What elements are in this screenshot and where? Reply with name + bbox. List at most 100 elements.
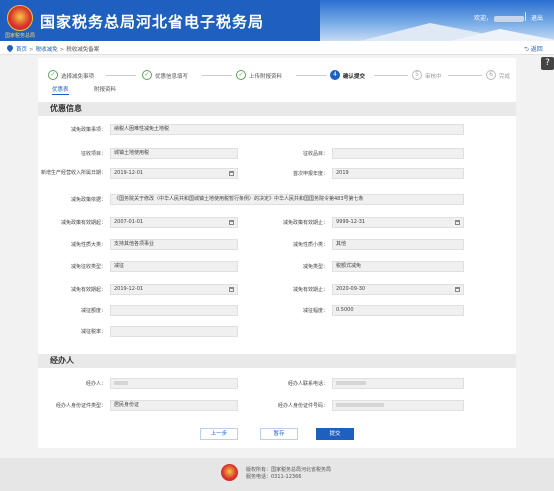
location-pin-icon — [5, 43, 15, 53]
footer-emblem-logo — [221, 464, 238, 481]
field-policy-basis[interactable]: 《国务院关于修改〈中华人民共和国城镇土地使用税暂行条例〉的决定》中华人民共和国国… — [110, 194, 464, 205]
field-income-date[interactable]: 2019-12-01 — [110, 168, 238, 179]
calendar-icon[interactable] — [229, 220, 234, 225]
footer-text: 版权所有：国家税务总局河北省税务局 服务电话：0311-12366 — [246, 467, 331, 481]
breadcrumb-current: 税收减免备案 — [66, 47, 100, 53]
logout-link[interactable]: 退出 — [531, 13, 543, 22]
breadcrumb: 首页 > 税收减免 > 税收减免备案 ⮌ 返回 — [0, 41, 554, 55]
field-valid-end[interactable]: 2020-09-30 — [332, 284, 464, 295]
label-policy-item: 减免政策事项： — [70, 127, 106, 133]
header-divider — [525, 12, 526, 21]
field-reduction-amount[interactable] — [110, 305, 238, 316]
label-policy-basis: 减免政策依据： — [70, 197, 106, 203]
tax-emblem-logo — [7, 5, 33, 31]
welcome-label: 欢迎， — [474, 15, 493, 22]
username-redacted — [494, 15, 525, 22]
step-progress: ✓ 选择减免事项 ✓ 优惠信息填写 ✓ 上传附报资料 4 确认提交 5 审核中 6 完成 — [44, 68, 510, 82]
section-header-preferential: 优惠信息 — [38, 102, 516, 116]
step-label: 优惠信息填写 — [155, 74, 189, 80]
header-mountain-graphic-2 — [450, 29, 554, 41]
field-handler-phone[interactable] — [332, 378, 464, 389]
step-number: 5 — [412, 70, 422, 80]
label-first-year: 首次申报年度： — [292, 171, 328, 177]
label-tax-subitem: 征收品目： — [302, 151, 328, 157]
footer-copyright: 版权所有：国家税务总局河北省税务局 — [246, 467, 332, 473]
check-icon: ✓ — [48, 70, 58, 80]
field-policy-start-value: 2007-01-01 — [114, 219, 144, 225]
save-draft-button[interactable]: 暂存 — [260, 428, 298, 440]
back-button-label: 返回 — [530, 46, 543, 53]
calendar-icon[interactable] — [455, 287, 460, 292]
sub-tabs: 优惠表 附报资料 — [46, 85, 246, 95]
calendar-icon[interactable] — [455, 220, 460, 225]
field-nature-minor[interactable]: 其他 — [332, 239, 464, 250]
field-reduction-rate[interactable]: 0.5000 — [332, 305, 464, 316]
step-label: 确认提交 — [343, 74, 366, 80]
calendar-icon[interactable] — [229, 171, 234, 176]
field-id-type[interactable]: 居民身份证 — [110, 400, 238, 411]
breadcrumb-home[interactable]: 首页 — [16, 47, 27, 53]
back-button[interactable]: ⮌ 返回 — [524, 44, 543, 55]
label-reduction-tax-rate: 减征税率： — [80, 329, 106, 335]
step-connector — [296, 75, 326, 76]
emblem-caption: 国家税务总局 — [4, 33, 35, 39]
field-tax-item[interactable]: 城镇土地使用税 — [110, 148, 238, 159]
help-icon[interactable]: ? — [541, 57, 554, 70]
check-icon: ✓ — [142, 70, 152, 80]
step-connector — [374, 75, 408, 76]
label-handler-phone: 经办人联系电话： — [287, 381, 328, 387]
field-policy-item[interactable]: 纳税人困难性减免土地税 — [110, 124, 464, 135]
label-tax-item: 征收项目： — [80, 151, 106, 157]
breadcrumb-level2[interactable]: 税收减免 — [36, 47, 58, 53]
field-handler[interactable] — [110, 378, 238, 389]
label-nature-minor: 减免性质小类： — [292, 242, 328, 248]
label-reduction-amount: 减征额度： — [80, 308, 106, 314]
footer-hotline: 服务电话：0311-12366 — [246, 474, 302, 480]
step-label: 上传附报资料 — [249, 74, 283, 80]
label-policy-end: 减免政策有效期止： — [282, 220, 328, 226]
field-reduction-type[interactable]: 税额式减免 — [332, 261, 464, 272]
submit-button[interactable]: 提交 — [316, 428, 354, 440]
breadcrumb-trail: 首页 > 税收减免 > 税收减免备案 — [16, 45, 99, 53]
check-icon: ✓ — [236, 70, 246, 80]
field-valid-end-value: 2020-09-30 — [336, 286, 366, 292]
label-reduction-mode: 减免征收类型： — [70, 264, 106, 270]
field-policy-start[interactable]: 2007-01-01 — [110, 217, 238, 228]
footer: 版权所有：国家税务总局河北省税务局 服务电话：0311-12366 — [0, 458, 554, 491]
field-id-number[interactable] — [332, 400, 464, 411]
field-nature-major[interactable]: 支持其他各项事业 — [110, 239, 238, 250]
field-reduction-mode[interactable]: 减征 — [110, 261, 238, 272]
phone-redacted — [336, 380, 366, 385]
handler-name-redacted — [114, 380, 128, 385]
field-valid-start-value: 2019-12-01 — [114, 286, 144, 292]
label-handler: 经办人： — [85, 381, 106, 387]
label-policy-start: 减免政策有效期起： — [60, 220, 106, 226]
site-title: 国家税务总局河北省电子税务局 — [40, 13, 265, 31]
step-number: 6 — [486, 70, 496, 80]
label-id-type: 经办人身份证件类型： — [55, 403, 106, 409]
header-bar: 国家税务总局 国家税务总局河北省电子税务局 欢迎， 退出 — [0, 0, 554, 41]
step-label: 完成 — [499, 74, 511, 80]
tab-attachments[interactable]: 附报资料 — [94, 85, 116, 93]
field-first-year[interactable]: 2019 — [332, 168, 464, 179]
step-connector — [106, 75, 136, 76]
calendar-icon[interactable] — [229, 287, 234, 292]
label-id-number: 经办人身份证件号码： — [277, 403, 328, 409]
label-nature-major: 减免性质大类： — [70, 242, 106, 248]
step-connector — [448, 75, 482, 76]
field-policy-end[interactable]: 9999-12-31 — [332, 217, 464, 228]
label-reduction-rate: 减征幅度： — [302, 308, 328, 314]
breadcrumb-separator: > — [59, 47, 65, 53]
prev-step-button[interactable]: 上一步 — [200, 428, 238, 440]
field-reduction-tax-rate[interactable] — [110, 326, 238, 337]
field-tax-subitem[interactable] — [332, 148, 464, 159]
field-valid-start[interactable]: 2019-12-01 — [110, 284, 238, 295]
label-income-date: 新增生产经营收入所属日期： — [40, 170, 106, 176]
step-label: 审核中 — [425, 74, 442, 80]
field-policy-end-value: 9999-12-31 — [336, 219, 366, 225]
section-header-handler: 经办人 — [38, 354, 516, 368]
id-number-redacted — [336, 402, 384, 407]
field-income-date-value: 2019-12-01 — [114, 170, 144, 176]
tab-preferential-form[interactable]: 优惠表 — [52, 85, 69, 95]
welcome-text: 欢迎， — [474, 13, 525, 22]
